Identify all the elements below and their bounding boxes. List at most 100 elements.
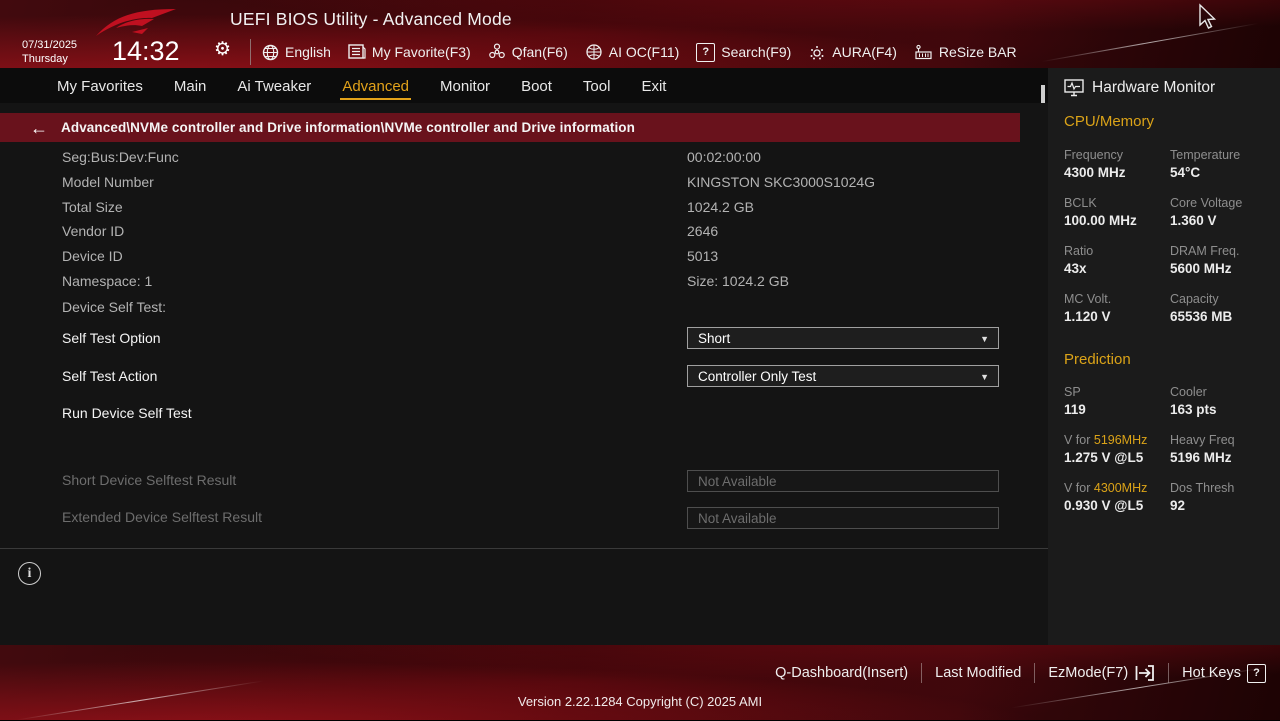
tab-my-favorites[interactable]: My Favorites bbox=[55, 72, 145, 100]
hw-row: Frequency 4300 MHz Temperature 54°C bbox=[1064, 148, 1270, 180]
ezmode-button[interactable]: EzMode(F7) bbox=[1048, 664, 1155, 682]
date-value: 07/31/2025 bbox=[22, 39, 77, 53]
hw-cell: V for 5196MHz 1.275 V @L5 bbox=[1064, 433, 1170, 465]
tab-monitor[interactable]: Monitor bbox=[438, 72, 492, 100]
action-label: Run Device Self Test bbox=[62, 405, 192, 421]
hw-label: DRAM Freq. bbox=[1170, 244, 1270, 258]
hardware-monitor-panel: Hardware Monitor CPU/Memory Frequency 43… bbox=[1048, 68, 1280, 645]
footer-label: Hot Keys bbox=[1182, 665, 1241, 681]
bios-screen: UEFI BIOS Utility - Advanced Mode 07/31/… bbox=[0, 0, 1280, 720]
tab-tool[interactable]: Tool bbox=[581, 72, 613, 100]
date-display[interactable]: 07/31/2025 Thursday bbox=[22, 39, 77, 67]
tab-exit[interactable]: Exit bbox=[639, 72, 668, 100]
mouse-cursor bbox=[1196, 3, 1218, 33]
hw-label: Heavy Freq bbox=[1170, 433, 1270, 447]
field-value: 2646 bbox=[687, 223, 718, 239]
hw-label: Frequency bbox=[1064, 148, 1170, 162]
hw-label-accent: 4300MHz bbox=[1094, 481, 1148, 495]
hot-keys-button[interactable]: Hot Keys ? bbox=[1182, 664, 1266, 683]
hw-value: 0.930 V @L5 bbox=[1064, 498, 1170, 513]
qfan-button[interactable]: Qfan(F6) bbox=[488, 43, 568, 61]
tab-ai-tweaker[interactable]: Ai Tweaker bbox=[235, 72, 313, 100]
hw-cell: Frequency 4300 MHz bbox=[1064, 148, 1170, 180]
extended-selftest-result-box: Not Available bbox=[687, 507, 999, 529]
hw-value: 119 bbox=[1064, 402, 1170, 417]
hw-row: Ratio 43x DRAM Freq. 5600 MHz bbox=[1064, 244, 1270, 276]
nav-label: Qfan(F6) bbox=[512, 44, 568, 60]
nav-label: English bbox=[285, 44, 331, 60]
self-test-action-select[interactable]: Controller Only Test ▼ bbox=[687, 365, 999, 387]
header-nav: English My Favorite(F3) Qfan(F6) bbox=[262, 38, 1017, 66]
hw-cell: DRAM Freq. 5600 MHz bbox=[1170, 244, 1270, 276]
day-value: Thursday bbox=[22, 53, 77, 67]
tab-boot[interactable]: Boot bbox=[519, 72, 554, 100]
tab-advanced[interactable]: Advanced bbox=[340, 72, 411, 100]
hw-value: 1.275 V @L5 bbox=[1064, 450, 1170, 465]
back-arrow-icon[interactable]: ← bbox=[30, 119, 48, 137]
aura-button[interactable]: AURA(F4) bbox=[808, 43, 897, 61]
hw-cell: Temperature 54°C bbox=[1170, 148, 1270, 180]
short-selftest-result-box: Not Available bbox=[687, 470, 999, 492]
gear-icon[interactable]: ⚙ bbox=[214, 38, 231, 61]
info-row-total-size: Total Size 1024.2 GB bbox=[0, 199, 1020, 222]
app-title: UEFI BIOS Utility - Advanced Mode bbox=[230, 9, 512, 30]
footer-separator bbox=[1034, 663, 1035, 683]
ai-oc-button[interactable]: AI OC(F11) bbox=[585, 43, 680, 61]
hw-cell: Capacity 65536 MB bbox=[1170, 292, 1270, 324]
hw-cell: Dos Thresh 92 bbox=[1170, 481, 1270, 513]
time-display[interactable]: 14:32 bbox=[112, 36, 180, 67]
short-selftest-result-box-row: Not Available bbox=[0, 470, 1020, 493]
field-value: 1024.2 GB bbox=[687, 199, 754, 215]
hw-value: 5196 MHz bbox=[1170, 450, 1270, 465]
footer-label: Last Modified bbox=[935, 665, 1021, 681]
my-favorite-button[interactable]: My Favorite(F3) bbox=[348, 44, 471, 60]
resize-bar-button[interactable]: ReSize BAR bbox=[914, 44, 1017, 61]
last-modified-button[interactable]: Last Modified bbox=[935, 665, 1021, 681]
nav-label: Search(F9) bbox=[721, 44, 791, 60]
monitor-icon bbox=[1064, 79, 1084, 97]
hw-label: Ratio bbox=[1064, 244, 1170, 258]
hw-value: 65536 MB bbox=[1170, 309, 1270, 324]
search-icon: ? bbox=[696, 43, 715, 62]
menu-tabbar: My Favorites Main Ai Tweaker Advanced Mo… bbox=[0, 68, 1048, 103]
hw-value: 1.360 V bbox=[1170, 213, 1270, 228]
run-device-self-test[interactable]: Run Device Self Test bbox=[0, 405, 1020, 428]
prediction-section-title: Prediction bbox=[1064, 351, 1264, 368]
help-panel-divider bbox=[0, 548, 1048, 549]
field-label: Namespace: 1 bbox=[62, 273, 152, 289]
info-row-device-id: Device ID 5013 bbox=[0, 248, 1020, 271]
hw-label: Temperature bbox=[1170, 148, 1270, 162]
nav-label: My Favorite(F3) bbox=[372, 44, 471, 60]
field-label: Seg:Bus:Dev:Func bbox=[62, 149, 179, 165]
hw-cell: Ratio 43x bbox=[1064, 244, 1170, 276]
hw-label: SP bbox=[1064, 385, 1170, 399]
search-button[interactable]: ? Search(F9) bbox=[696, 43, 791, 62]
hw-row: V for 4300MHz 0.930 V @L5 Dos Thresh 92 bbox=[1064, 481, 1270, 513]
selected-value: Short bbox=[698, 331, 730, 346]
hw-cell: MC Volt. 1.120 V bbox=[1064, 292, 1170, 324]
hw-value: 92 bbox=[1170, 498, 1270, 513]
hw-cell: Core Voltage 1.360 V bbox=[1170, 196, 1270, 228]
hw-label: V for 5196MHz bbox=[1064, 433, 1170, 447]
footer-label: EzMode(F7) bbox=[1048, 665, 1128, 681]
main-panel: ← Advanced\NVMe controller and Drive inf… bbox=[0, 103, 1048, 645]
chevron-down-icon: ▼ bbox=[980, 372, 989, 382]
hw-value: 1.120 V bbox=[1064, 309, 1170, 324]
hw-value: 100.00 MHz bbox=[1064, 213, 1170, 228]
tab-main[interactable]: Main bbox=[172, 72, 209, 100]
hw-label-prefix: V for bbox=[1064, 481, 1094, 495]
info-row-namespace: Namespace: 1 Size: 1024.2 GB bbox=[0, 273, 1020, 296]
hw-label: BCLK bbox=[1064, 196, 1170, 210]
language-button[interactable]: English bbox=[262, 44, 331, 61]
footer-label: Q-Dashboard(Insert) bbox=[775, 665, 908, 681]
favorite-list-icon bbox=[348, 44, 366, 60]
extended-selftest-result-box-row: Not Available bbox=[0, 507, 1020, 530]
q-dashboard-button[interactable]: Q-Dashboard(Insert) bbox=[775, 665, 908, 681]
disabled-value: Not Available bbox=[698, 474, 777, 489]
decorative-streak bbox=[1042, 23, 1259, 62]
self-test-option-select[interactable]: Short ▼ bbox=[687, 327, 999, 349]
hw-row: V for 5196MHz 1.275 V @L5 Heavy Freq 519… bbox=[1064, 433, 1270, 465]
nav-label: AURA(F4) bbox=[832, 44, 897, 60]
hw-row: SP 119 Cooler 163 pts bbox=[1064, 385, 1270, 417]
hw-label: Dos Thresh bbox=[1170, 481, 1270, 495]
